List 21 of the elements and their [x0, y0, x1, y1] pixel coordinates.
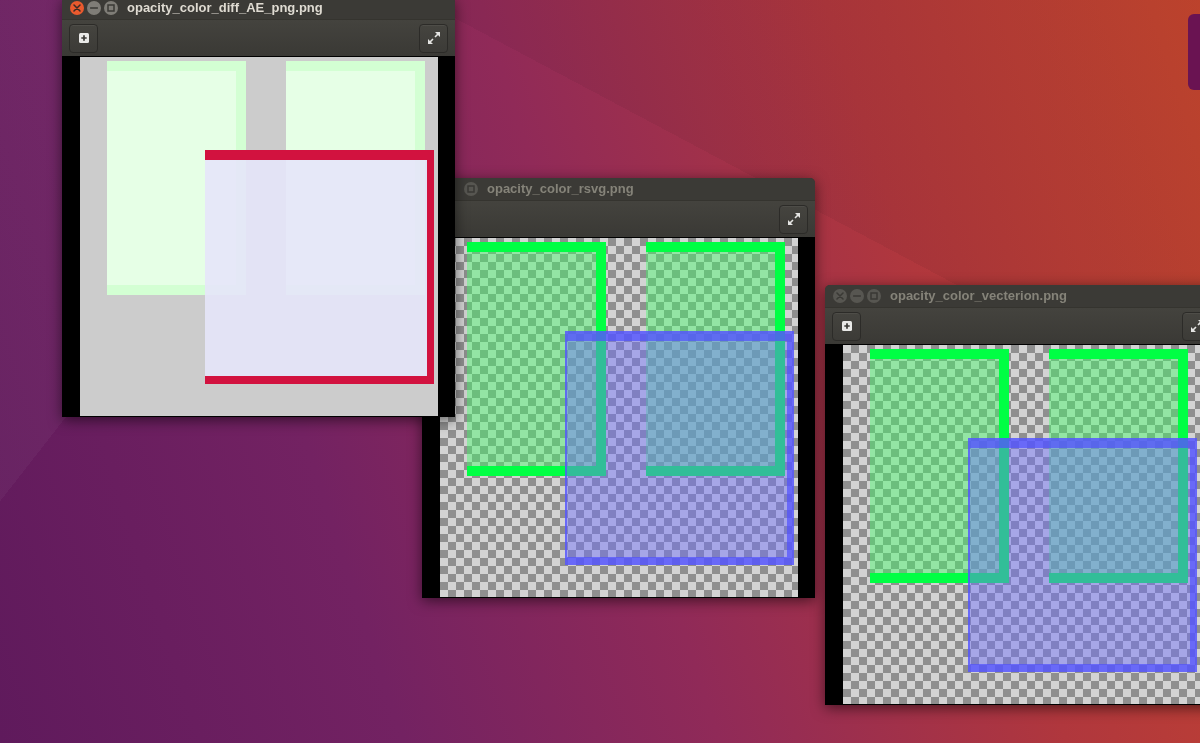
fullscreen-button[interactable] [779, 204, 808, 234]
minimize-button[interactable] [86, 1, 101, 15]
square-icon [106, 4, 115, 12]
fullscreen-button[interactable] [419, 23, 448, 53]
window-title: opacity_color_rsvg.png [487, 181, 634, 197]
expand-icon [1190, 320, 1200, 332]
expand-icon [427, 32, 440, 44]
add-button[interactable] [832, 311, 861, 341]
plus-icon [841, 321, 852, 331]
square-icon [869, 292, 878, 300]
close-icon [72, 4, 81, 12]
maximize-button[interactable] [103, 1, 118, 15]
minus-icon [89, 7, 98, 9]
window-title: opacity_color_diff_AE_png.png [127, 0, 323, 16]
square-icon [466, 185, 475, 193]
close-button[interactable] [69, 1, 84, 15]
expand-icon [787, 213, 800, 225]
window-title: opacity_color_vecterion.png [890, 288, 1067, 304]
add-button[interactable] [69, 23, 98, 53]
close-icon [835, 292, 844, 300]
plus-icon [78, 33, 89, 43]
